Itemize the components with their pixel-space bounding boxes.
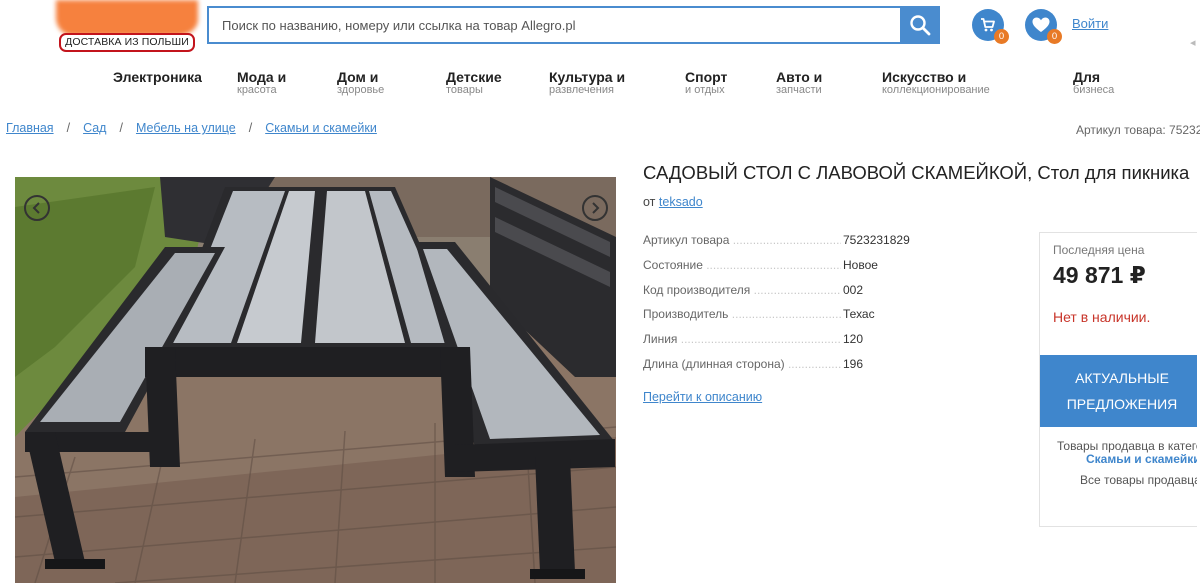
all-seller-goods-link[interactable]: Все товары продавца bbox=[1080, 473, 1197, 487]
seller-goods-in-category-text: Товары продавца в катего bbox=[1057, 439, 1197, 453]
search-icon bbox=[910, 15, 931, 36]
spec-row: СостояниеНовое bbox=[643, 258, 903, 276]
photo-prev-button[interactable] bbox=[24, 195, 50, 221]
spec-row: Линия120 bbox=[643, 332, 903, 350]
price-box: Последняя цена 49 871 ₽ Нет в наличии. А… bbox=[1039, 232, 1197, 527]
spec-row: Артикул товара7523231829 bbox=[643, 233, 910, 251]
chevron-left-icon bbox=[32, 202, 40, 214]
search-input[interactable] bbox=[209, 8, 901, 42]
product-photo-image bbox=[15, 177, 616, 583]
category-electronics[interactable]: Электроника bbox=[113, 70, 202, 85]
scrollbar-arrow[interactable]: ◂ bbox=[1190, 36, 1200, 56]
spec-row: Код производителя002 bbox=[643, 283, 903, 301]
current-offers-button[interactable]: АКТУАЛЬНЫЕ ПРЕДЛОЖЕНИЯ bbox=[1040, 355, 1197, 427]
category-art[interactable]: Искусство и коллекционирование bbox=[882, 70, 990, 96]
stock-status: Нет в наличии. bbox=[1053, 309, 1151, 325]
product-seller: от teksado bbox=[643, 195, 703, 209]
category-home[interactable]: Дом и здоровье bbox=[337, 70, 384, 96]
category-fashion[interactable]: Мода и красота bbox=[237, 70, 286, 96]
cart-count-badge: 0 bbox=[994, 29, 1009, 44]
price-value: 49 871 ₽ bbox=[1053, 262, 1146, 288]
price-label: Последняя цена bbox=[1053, 243, 1145, 257]
article-number-top: Артикул товара: 75232 bbox=[1076, 123, 1200, 137]
spec-row: Длина (длинная сторона)196 bbox=[643, 357, 903, 375]
category-sport[interactable]: Спорт и отдых bbox=[685, 70, 727, 96]
breadcrumb-home[interactable]: Главная bbox=[6, 121, 54, 135]
search-button[interactable] bbox=[900, 6, 940, 44]
go-to-description-link[interactable]: Перейти к описанию bbox=[643, 390, 762, 404]
spec-row: ПроизводительТехас bbox=[643, 307, 903, 325]
heart-icon bbox=[1032, 17, 1050, 32]
category-auto[interactable]: Авто и запчасти bbox=[776, 70, 822, 96]
cart-icon bbox=[981, 18, 995, 32]
seller-category-link[interactable]: Скамьи и скамейки bbox=[1086, 452, 1197, 466]
chevron-right-icon bbox=[592, 202, 600, 214]
product-title: САДОВЫЙ СТОЛ С ЛАВОВОЙ СКАМЕЙКОЙ, Стол д… bbox=[643, 162, 1190, 183]
search-field[interactable] bbox=[207, 6, 901, 44]
seller-link[interactable]: teksado bbox=[659, 195, 703, 209]
delivery-badge: ДОСТАВКА ИЗ ПОЛЬШИ bbox=[59, 33, 195, 52]
favorites-count-badge: 0 bbox=[1047, 29, 1062, 44]
login-link[interactable]: Войти bbox=[1072, 16, 1108, 31]
category-business[interactable]: Для бизнеса bbox=[1073, 70, 1114, 96]
photo-next-button[interactable] bbox=[582, 195, 608, 221]
breadcrumb-garden[interactable]: Сад bbox=[83, 121, 106, 135]
category-kids[interactable]: Детские товары bbox=[446, 70, 502, 96]
breadcrumb-benches[interactable]: Скамьи и скамейки bbox=[265, 121, 377, 135]
breadcrumb-outdoor-furniture[interactable]: Мебель на улице bbox=[136, 121, 236, 135]
breadcrumb: Главная / Сад / Мебель на улице / Скамьи и ска… bbox=[6, 121, 377, 135]
product-photo[interactable] bbox=[15, 177, 616, 583]
category-culture[interactable]: Культура и развлечения bbox=[549, 70, 625, 96]
logo[interactable] bbox=[56, 0, 198, 36]
